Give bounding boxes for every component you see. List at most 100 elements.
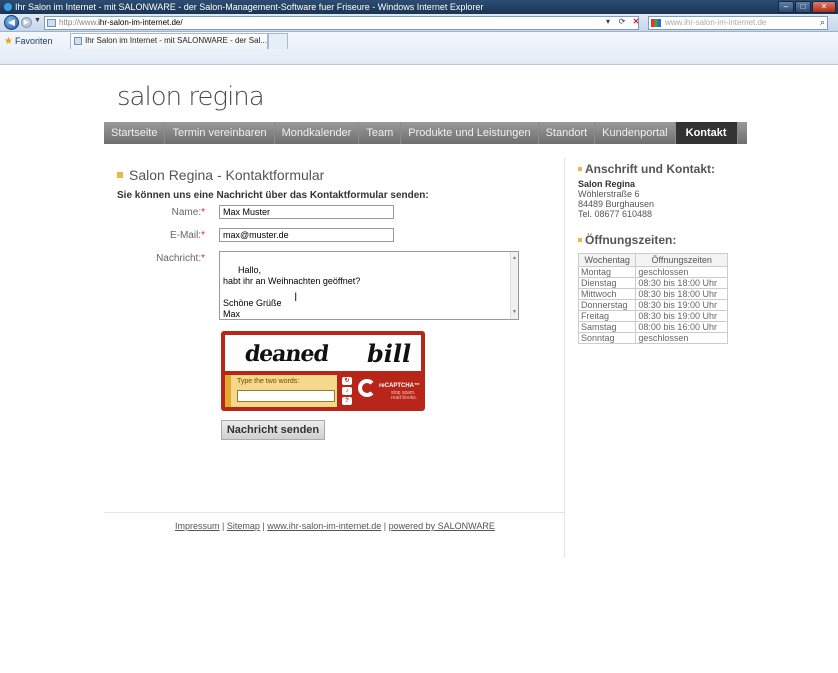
page-title-text: Salon Regina - Kontaktformular	[129, 167, 325, 183]
captcha-help-icon[interactable]: ?	[342, 397, 352, 405]
name-field[interactable]: Max Muster	[219, 205, 394, 219]
nav-item-produkte[interactable]: Produkte und Leistungen	[401, 122, 539, 144]
window-titlebar: Ihr Salon im Internet - mit SALONWARE - …	[0, 0, 838, 14]
column-header: Wochentag	[577, 253, 637, 267]
favorites-bar: ★ Favoriten Ihr Salon im Internet - mit S…	[0, 32, 838, 65]
url-prefix: http://www.	[59, 18, 99, 27]
tab-title: Ihr Salon im Internet - mit SALONWARE - …	[85, 36, 267, 45]
search-placeholder: www.ihr-salon-im-internet.de	[665, 18, 767, 27]
time-cell: 08:00 bis 16:00 Uhr	[635, 321, 728, 333]
favorites-label: Favoriten	[14, 36, 53, 46]
text-cursor-icon: I	[294, 290, 298, 304]
table-row: Samstag 08:00 bis 16:00 Uhr	[577, 321, 728, 333]
page-title: Salon Regina - Kontaktformular	[117, 167, 324, 183]
captcha-image: deaned bill	[225, 335, 421, 371]
bullet-square-icon	[578, 167, 582, 171]
scroll-up-icon[interactable]: ▲	[512, 253, 517, 264]
stop-icon[interactable]: ✕	[630, 16, 642, 28]
required-marker: *	[201, 253, 205, 264]
required-marker: *	[201, 207, 205, 218]
hours-title: Öffnungszeiten:	[578, 233, 748, 247]
ie-logo-icon	[4, 3, 12, 11]
tab-page-icon	[74, 37, 82, 45]
browser-tab[interactable]: Ihr Salon im Internet - mit SALONWARE - …	[70, 33, 268, 49]
footer-link-impressum[interactable]: Impressum	[175, 521, 220, 531]
time-cell: 08:30 bis 19:00 Uhr	[635, 299, 728, 311]
page-icon	[47, 19, 56, 27]
phone: Tel. 08677 610488	[578, 209, 653, 219]
day-cell: Sonntag	[577, 332, 637, 344]
star-icon: ★	[4, 36, 13, 47]
recaptcha-logo-icon	[358, 379, 376, 397]
address-bar: ◀ ▶ ▼ http://www.ihr-salon-im-internet.d…	[0, 14, 838, 32]
table-row: Sonntag geschlossen	[577, 332, 728, 344]
table-header-row: Wochentag Öffnungszeiten	[577, 253, 728, 267]
nav-item-termin[interactable]: Termin vereinbaren	[165, 122, 275, 144]
time-cell: 08:30 bis 18:00 Uhr	[635, 288, 728, 300]
captcha-word-1: deaned	[243, 341, 330, 367]
captcha-audio-icon[interactable]: ♪	[342, 387, 352, 395]
captcha-reload-icon[interactable]: ↻	[342, 377, 352, 385]
column-header: Öffnungszeiten	[635, 253, 728, 267]
table-row: Mittwoch 08:30 bis 18:00 Uhr	[577, 288, 728, 300]
nav-item-kundenportal[interactable]: Kundenportal	[595, 122, 676, 144]
opening-hours-table: Wochentag Öffnungszeiten Montag geschloss…	[577, 253, 728, 344]
day-cell: Mittwoch	[577, 288, 637, 300]
textarea-scrollbar[interactable]: ▲ ▼	[510, 252, 518, 319]
captcha-response-input[interactable]	[237, 390, 335, 402]
bullet-square-icon	[117, 172, 123, 178]
captcha-controls: ↻ ♪ ?	[342, 377, 352, 405]
recaptcha-widget: deaned bill Type the two words: ↻ ♪ ? re…	[221, 331, 425, 411]
required-marker: *	[201, 230, 205, 241]
name-label: Name:*	[105, 207, 205, 218]
refresh-icon[interactable]: ⟳	[616, 16, 628, 28]
time-cell: 08:30 bis 18:00 Uhr	[635, 277, 728, 289]
day-cell: Freitag	[577, 310, 637, 322]
maximize-icon[interactable]: □	[795, 1, 811, 13]
minimize-icon[interactable]: –	[778, 1, 794, 13]
url-input[interactable]: http://www.ihr-salon-im-internet.de/	[44, 16, 639, 30]
time-cell: geschlossen	[635, 332, 728, 344]
city: 84489 Burghausen	[578, 199, 655, 209]
forward-icon[interactable]: ▶	[21, 17, 32, 28]
new-tab-button[interactable]	[268, 33, 288, 49]
back-icon[interactable]: ◀	[4, 15, 19, 30]
favorites-button[interactable]: ★ Favoriten	[4, 36, 53, 47]
sidebar: Anschrift und Kontakt: Salon Regina Wöhl…	[577, 162, 748, 344]
nav-item-mondkalender[interactable]: Mondkalender	[275, 122, 360, 144]
table-row: Dienstag 08:30 bis 18:00 Uhr	[577, 277, 728, 289]
day-cell: Montag	[577, 266, 637, 278]
site-logo[interactable]: salon regina	[117, 82, 265, 112]
address-title-text: Anschrift und Kontakt:	[585, 162, 715, 176]
footer: Impressum | Sitemap | www.ihr-salon-im-i…	[175, 521, 495, 531]
nav-item-team[interactable]: Team	[359, 122, 402, 144]
close-icon[interactable]: ✕	[812, 1, 836, 13]
window-controls: – □ ✕	[778, 0, 836, 14]
submit-button[interactable]: Nachricht senden	[221, 420, 325, 440]
footer-link-salonware[interactable]: powered by SALONWARE	[389, 521, 495, 531]
day-cell: Dienstag	[577, 277, 637, 289]
history-dropdown-icon[interactable]: ▼	[34, 17, 41, 24]
web-page: salon regina Startseite Termin vereinbar…	[0, 66, 838, 673]
message-text: Hallo, habt ihr an Weihnachten geöffnet?…	[223, 265, 361, 319]
form-intro: Sie können uns eine Nachricht über das K…	[117, 190, 429, 201]
footer-link-sitemap[interactable]: Sitemap	[227, 521, 260, 531]
search-input[interactable]: www.ihr-salon-im-internet.de	[648, 16, 828, 30]
nav-item-startseite[interactable]: Startseite	[104, 122, 166, 144]
email-field[interactable]: max@muster.de	[219, 228, 394, 242]
nav-item-standort[interactable]: Standort	[539, 122, 596, 144]
dropdown-icon[interactable]: ▾	[602, 16, 614, 28]
recaptcha-tagline: stop spam. read books.	[391, 390, 418, 401]
captcha-prompt: Type the two words:	[237, 378, 300, 385]
table-row: Donnerstag 08:30 bis 19:00 Uhr	[577, 299, 728, 311]
email-label: E-Mail:*	[105, 230, 205, 241]
footer-link-website[interactable]: www.ihr-salon-im-internet.de	[267, 521, 381, 531]
time-cell: geschlossen	[635, 266, 728, 278]
message-label: Nachricht:*	[105, 253, 205, 264]
message-textarea[interactable]: Hallo, habt ihr an Weihnachten geöffnet?…	[219, 251, 519, 320]
scroll-down-icon[interactable]: ▼	[512, 307, 517, 318]
nav-item-kontakt[interactable]: Kontakt	[675, 122, 738, 144]
search-icon[interactable]: ⌕	[820, 17, 825, 28]
captcha-word-2: bill	[367, 339, 412, 368]
url-controls: ▾ ⟳ ✕	[602, 16, 642, 28]
